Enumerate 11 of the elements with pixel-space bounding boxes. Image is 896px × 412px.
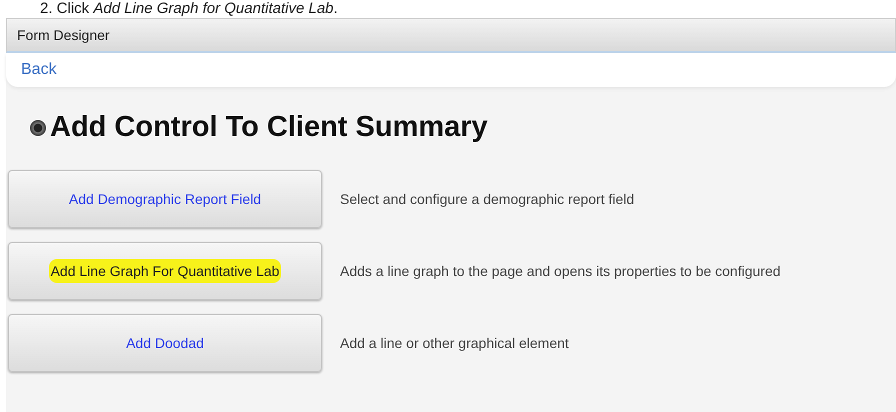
bullet-icon (30, 120, 46, 136)
back-link[interactable]: Back (21, 61, 57, 79)
add-control-button[interactable]: Add Demographic Report Field (8, 170, 322, 228)
instruction-text: 2. Click Add Line Graph for Quantitative Lab. (39, 0, 339, 18)
control-description: Adds a line graph to the page and opens its properties to be configured (340, 263, 781, 279)
add-control-button[interactable]: Add Doodad (8, 314, 322, 372)
heading: Add Control To Client Summary (50, 111, 488, 144)
control-description: Add a line or other graphical element (340, 335, 569, 351)
page-title: Form Designer (17, 27, 110, 43)
add-control-button[interactable]: Add Line Graph For Quantitative Lab (8, 242, 322, 300)
control-description: Select and configure a demographic report field (340, 191, 634, 207)
